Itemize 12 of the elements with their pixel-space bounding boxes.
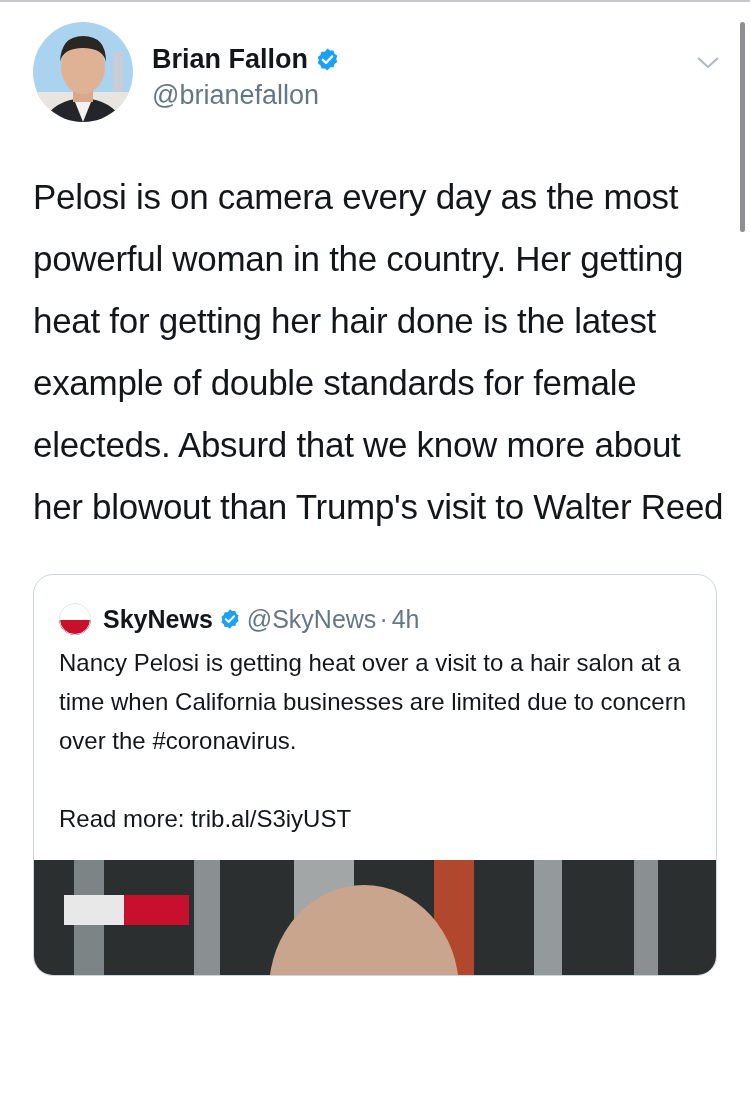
quoted-tweet-card[interactable]: SkyNews @SkyNews· 4h Nancy Pelosi is getting heat over a visit to a hair salon at a time when California businesses are limited due to concern over the #coronavirus. Read more: trib.al/S3iyUST bbox=[33, 574, 717, 976]
avatar bbox=[59, 603, 91, 635]
author-name: SkyNews bbox=[103, 604, 213, 634]
quoted-tweet-text: Nancy Pelosi is getting heat over a visit to a hair salon at a time when California businesses are limited due to concern over the #coronavirus. bbox=[59, 648, 687, 756]
author-name: Brian Fallon bbox=[152, 43, 308, 76]
chevron-down-icon[interactable] bbox=[696, 56, 720, 69]
separator: · bbox=[379, 604, 388, 634]
quoted-tweet-text: Read more: trib.al/S3iyUST bbox=[59, 804, 353, 834]
timestamp: 4h bbox=[391, 604, 420, 634]
author-handle: @brianefallon bbox=[152, 79, 320, 112]
author-handle: @SkyNews bbox=[246, 604, 377, 634]
tweet-text: Pelosi is on camera every day as the most powerful woman in the country. Her getting heat for getting her hair done is the latest example of double standards for female electeds. Absurd that we know more about her blowout than Trump's visit to Walter Reed bbox=[33, 176, 725, 528]
